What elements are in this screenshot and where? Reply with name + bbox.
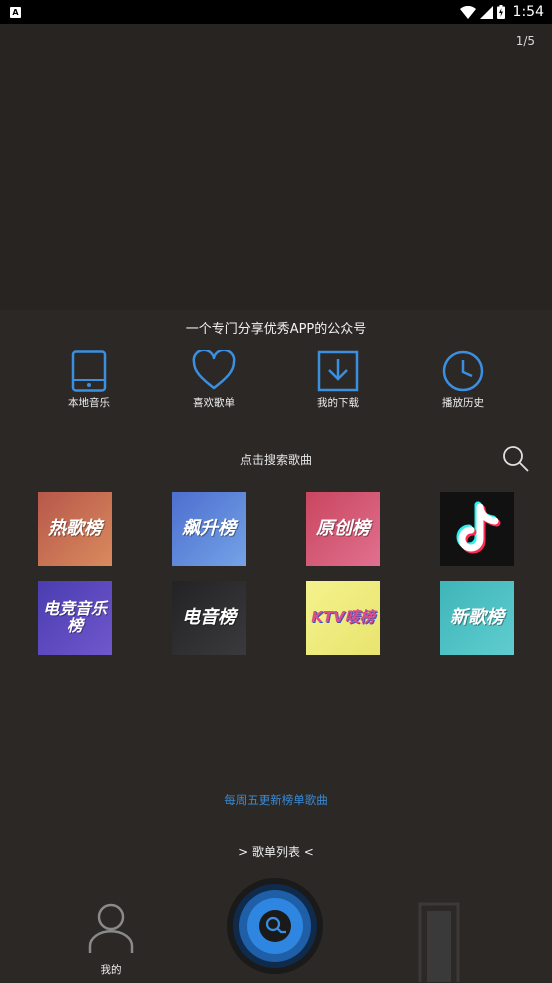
quick-action-label: 播放历史 [442, 397, 484, 409]
quick-action-favorites[interactable]: 喜欢歌单 [169, 350, 259, 410]
status-bar: A 1:54 [0, 0, 552, 24]
tablet-icon [71, 350, 107, 392]
chart-tile-label: 电竞音乐榜 [42, 599, 107, 635]
chart-tile-label: 电音榜 [182, 606, 236, 628]
clock-icon [442, 350, 484, 392]
chart-tile-esports[interactable]: 电竞音乐榜 [38, 581, 112, 655]
quick-action-label: 本地音乐 [68, 397, 110, 409]
chart-tile-label: 新歌榜 [450, 606, 504, 628]
notification-icon: A [10, 7, 21, 18]
status-time: 1:54 [512, 4, 544, 20]
quick-action-label: 我的下载 [317, 397, 359, 409]
player-disc-icon [233, 884, 317, 968]
chart-tile-label: KTV唛榜 [311, 608, 375, 627]
playlist-link[interactable]: > 歌单列表 < [0, 843, 552, 860]
download-icon [317, 350, 359, 392]
now-playing-button[interactable] [227, 878, 323, 974]
chart-tile-douyin[interactable]: 抖音 [440, 492, 514, 566]
weekly-update-note: 每周五更新榜单歌曲 [224, 793, 328, 807]
chart-tile-ktv[interactable]: KTV唛榜 [306, 581, 380, 655]
chart-tile-label: 原创榜 [316, 517, 370, 539]
battery-icon [496, 5, 505, 19]
wifi-icon [459, 5, 476, 19]
search-hint: 点击搜索歌曲 [239, 453, 312, 467]
quick-action-downloads[interactable]: 我的下载 [293, 350, 383, 410]
chart-tile-rising[interactable]: 飙升榜 [172, 492, 246, 566]
heart-icon [192, 350, 236, 390]
user-icon [88, 903, 134, 953]
banner-carousel[interactable]: 1/5 [0, 24, 552, 310]
bottom-nav: 我的 [0, 878, 552, 983]
search-icon[interactable] [501, 445, 531, 473]
nav-mine-label: 我的 [100, 964, 122, 976]
main-content: 一个专门分享优秀APP的公众号 本地音乐 喜欢歌单 我的下载 播放历史 点击搜索… [0, 310, 552, 888]
quick-action-history[interactable]: 播放历史 [418, 350, 508, 410]
quick-action-local-music[interactable]: 本地音乐 [44, 350, 134, 410]
status-icons: 1:54 [459, 3, 544, 21]
search-bar[interactable]: 点击搜索歌曲 [0, 445, 552, 475]
headline: 一个专门分享优秀APP的公众号 [185, 322, 367, 337]
nav-mine[interactable]: 我的 [84, 902, 138, 977]
quick-actions: 本地音乐 喜欢歌单 我的下载 播放历史 [0, 350, 552, 416]
chart-tile-new[interactable]: 新歌榜 [440, 581, 514, 655]
quick-action-label: 喜欢歌单 [193, 397, 235, 409]
chart-tile-label: 飙升榜 [182, 517, 236, 539]
chart-tile-hot[interactable]: 热歌榜 [38, 492, 112, 566]
chart-tile-electronic[interactable]: 电音榜 [172, 581, 246, 655]
chart-tile-label: 热歌榜 [48, 517, 102, 539]
door-icon [418, 902, 460, 983]
signal-icon [479, 5, 493, 19]
nav-right-item[interactable] [418, 902, 460, 983]
chart-tile-original[interactable]: 原创榜 [306, 492, 380, 566]
banner-page-indicator: 1/5 [515, 34, 535, 48]
